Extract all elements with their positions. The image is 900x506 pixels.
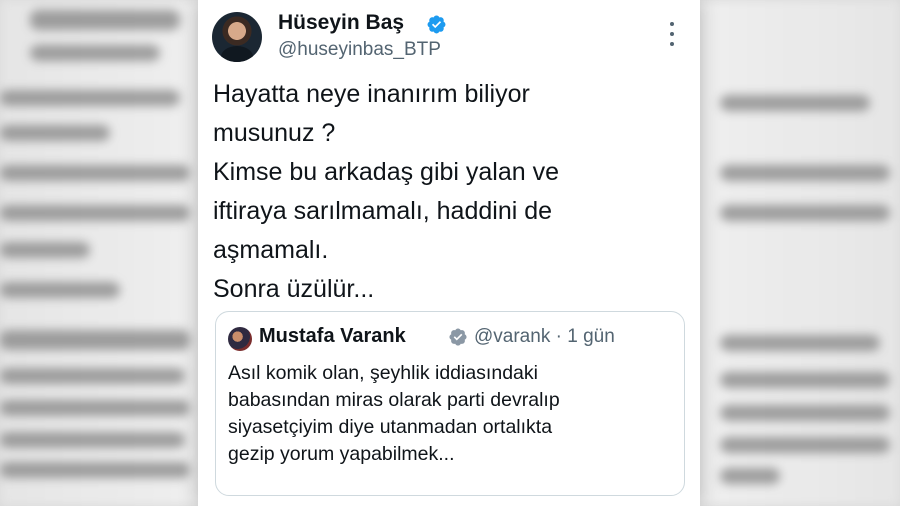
bg-text-blur <box>0 125 110 141</box>
quoted-author-name: Mustafa Varank <box>259 325 406 347</box>
bg-text-blur <box>0 242 90 258</box>
bg-text-blur <box>720 165 890 181</box>
meta-separator: · <box>555 326 562 347</box>
bg-text-blur <box>0 205 190 221</box>
bg-text-blur <box>720 95 870 111</box>
bg-quote-text-blur <box>720 468 780 484</box>
author-avatar[interactable] <box>212 12 262 62</box>
bg-text-blur <box>0 282 120 298</box>
bg-quote-name-blur <box>0 330 190 350</box>
more-dot <box>670 42 674 46</box>
verified-badge-icon <box>449 328 467 346</box>
more-options-icon[interactable] <box>668 22 676 46</box>
quoted-author-avatar <box>228 327 252 351</box>
author-handle[interactable]: @huseyinbas_BTP <box>278 39 441 61</box>
more-dot <box>670 32 674 36</box>
quoted-tweet[interactable]: Mustafa Varank @varank · 1 gün Asıl komi… <box>215 311 685 496</box>
bg-quote-text-blur <box>720 335 880 351</box>
quoted-meta: @varank · 1 gün <box>474 326 615 348</box>
bg-quote-text-blur <box>0 400 190 416</box>
bg-quote-text-blur <box>720 437 890 453</box>
bg-quote-text-blur <box>0 432 185 448</box>
bg-text-blur <box>0 90 180 106</box>
bg-quote-text-blur <box>0 462 190 478</box>
quoted-time[interactable]: 1 gün <box>567 326 615 347</box>
bg-quote-text-blur <box>720 372 890 388</box>
tweet-text: Hayatta neye inanırım biliyor musunuz ? … <box>213 80 560 303</box>
tweet-card[interactable]: Hüseyin Baş @huseyinbas_BTP Hayatta neye… <box>198 0 700 506</box>
author-name[interactable]: Hüseyin Baş <box>278 11 404 35</box>
verified-badge-icon <box>427 15 446 34</box>
more-dot <box>670 22 674 26</box>
bg-name-blur <box>30 10 180 30</box>
quoted-tweet-text: Asıl komik olan, şeyhlik iddiasındaki ba… <box>228 362 560 465</box>
quoted-author-handle: @varank <box>474 326 551 347</box>
bg-quote-text-blur <box>0 368 185 384</box>
bg-text-blur <box>720 205 890 221</box>
bg-quote-text-blur <box>720 405 890 421</box>
bg-handle-blur <box>30 45 160 61</box>
bg-text-blur <box>0 165 190 181</box>
